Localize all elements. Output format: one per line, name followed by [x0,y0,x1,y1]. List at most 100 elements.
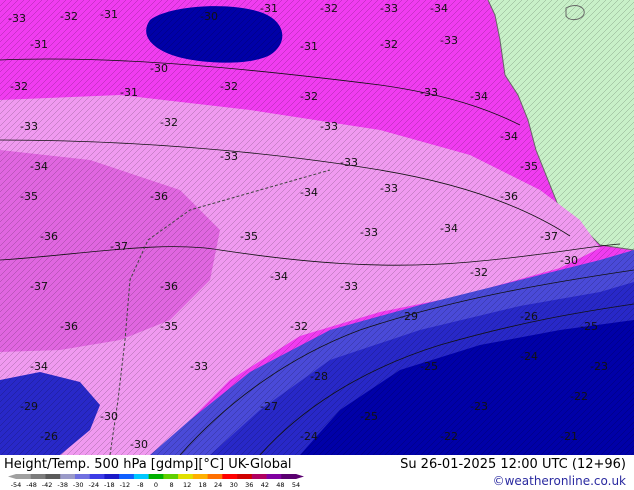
isotherm-label: -30 [100,410,118,423]
isotherm-label: -37 [540,230,558,243]
credit-text[interactable]: ©weatheronline.co.uk [493,473,626,489]
scale-tick-label: 30 [230,481,238,489]
scale-tick-label: 48 [276,481,284,489]
isotherm-label: -22 [440,430,458,443]
isotherm-label: -33 [380,2,398,15]
isotherm-label: -36 [60,320,78,333]
scale-tick-label: -18 [104,481,115,489]
isotherm-label: -32 [320,2,338,15]
scale-swatch [89,474,105,479]
isotherm-label: -28 [310,370,328,383]
isotherm-label: -31 [30,38,48,51]
map-canvas: -33 -32 -31 -30 -31 -32 -33 -34 -31 -30 -31 -32 -33 -… [0,0,634,455]
isotherm-label: -33 [420,86,438,99]
isotherm-label: -29 [20,400,38,413]
isotherm-label: -30 [150,62,168,75]
scale-tick-label: -38 [57,481,68,489]
scale-tick-label: 42 [261,481,269,489]
scale-swatch [178,474,194,479]
isotherm-label: -34 [300,186,318,199]
isotherm-label: -33 [340,280,358,293]
scale-tick-label: 54 [292,481,300,489]
scale-swatch [30,474,46,479]
isotherm-label: -33 [360,226,378,239]
scale-swatch [266,474,282,479]
isotherm-label: -34 [270,270,288,283]
scale-swatch [60,474,76,479]
scale-swatch [16,474,32,479]
isotherm-label: -32 [60,10,78,23]
isotherm-label: -34 [30,360,48,373]
weather-map: -33 -32 -31 -30 -31 -32 -33 -34 -31 -30 -31 -32 -33 -… [0,0,634,455]
isotherm-label: -26 [40,430,58,443]
isotherm-label: -31 [300,40,318,53]
isotherm-label: -32 [470,266,488,279]
color-scale-legend: -54 -48 -42 -38 -30 -24 -18 -12 -8 0 8 12 18 24 30 36 42… [8,474,304,489]
isotherm-label: -30 [200,10,218,23]
isotherm-label: -34 [440,222,458,235]
scale-tick-label: -24 [88,481,99,489]
scale-tick-label: 36 [245,481,253,489]
isotherm-label: -31 [100,8,118,21]
scale-arrow-right [296,474,304,479]
isotherm-label: -22 [570,390,588,403]
scale-swatch [104,474,120,479]
isotherm-label: -23 [470,400,488,413]
scale-tick-label: 0 [154,481,158,489]
scale-tick-label: -30 [73,481,84,489]
isotherm-label: -34 [470,90,488,103]
isotherm-label: -34 [30,160,48,173]
isotherm-label: -32 [220,80,238,93]
scale-tick-label: 8 [170,481,174,489]
isotherm-label: -35 [240,230,258,243]
isotherm-label: -29 [400,310,418,323]
scale-arrow-left [8,474,16,479]
isotherm-label: -21 [560,430,578,443]
scale-swatch [222,474,238,479]
isotherm-label: -33 [220,150,238,163]
isotherm-label: -33 [320,120,338,133]
scale-tick-label: -42 [42,481,53,489]
map-title: Height/Temp. 500 hPa [gdmp][°C] UK-Globa… [4,457,292,472]
isotherm-label: -36 [160,280,178,293]
isotherm-label: -35 [160,320,178,333]
scale-swatch [133,474,149,479]
scale-swatch [45,474,61,479]
valid-time: Su 26-01-2025 12:00 UTC (12+96) [400,457,626,472]
isotherm-label: -32 [380,38,398,51]
scale-swatch [207,474,223,479]
isotherm-label: -37 [110,240,128,253]
isotherm-label: -37 [30,280,48,293]
isotherm-label: -33 [20,120,38,133]
scale-swatch [251,474,267,479]
scale-swatch [281,474,297,479]
isotherm-label: -34 [430,2,448,15]
scale-swatch [119,474,135,479]
isotherm-label: -33 [190,360,208,373]
map-footer: Height/Temp. 500 hPa [gdmp][°C] UK-Globa… [0,455,634,490]
isotherm-label: -32 [10,80,28,93]
isotherm-label: -36 [40,230,58,243]
isotherm-label: -35 [20,190,38,203]
scale-tick-labels: -54 -48 -42 -38 -30 -24 -18 -12 -8 0 8 12 18 24 30 36 42… [11,481,300,489]
scale-tick-label: -54 [11,481,22,489]
scale-swatch [163,474,179,479]
scale-swatch [148,474,164,479]
isotherm-label: -32 [300,90,318,103]
isotherm-label: -24 [520,350,538,363]
isotherm-label: -25 [360,410,378,423]
isotherm-label: -31 [120,86,138,99]
scale-tick-label: 18 [199,481,207,489]
isotherm-label: -25 [420,360,438,373]
scale-swatch [237,474,253,479]
isotherm-label: -23 [590,360,608,373]
isotherm-label: -33 [440,34,458,47]
isotherm-label: -36 [500,190,518,203]
isotherm-label: -32 [290,320,308,333]
scale-swatch [74,474,90,479]
isotherm-label: -24 [300,430,318,443]
scale-tick-label: -12 [120,481,131,489]
contour-hatch-overlay [0,0,634,455]
isotherm-label: -30 [560,254,578,267]
isotherm-label: -27 [260,400,278,413]
